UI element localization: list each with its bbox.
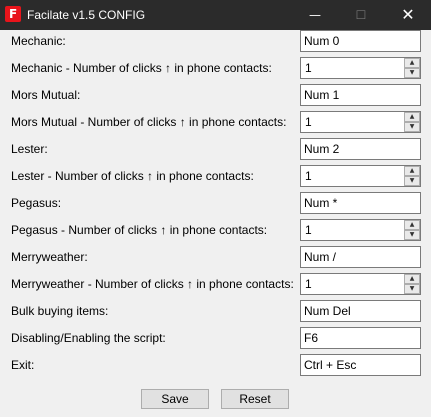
toggle-key-input[interactable]: F6: [300, 327, 421, 349]
toggle-row: Disabling/Enabling the script: F6: [0, 327, 431, 349]
lester-clicks-value[interactable]: 1: [305, 169, 312, 183]
bulk-row: Bulk buying items: Num Del: [0, 300, 431, 322]
spin-up-icon[interactable]: ▲: [404, 220, 420, 230]
mors-clicks-row: Mors Mutual - Number of clicks ↑ in phon…: [0, 111, 431, 133]
mors-key-input[interactable]: Num 1: [300, 84, 421, 106]
bulk-label: Bulk buying items:: [11, 304, 109, 318]
spin-down-icon[interactable]: ▼: [404, 176, 420, 186]
pegasus-key-input[interactable]: Num *: [300, 192, 421, 214]
merryweather-row: Merryweather: Num /: [0, 246, 431, 268]
maximize-button[interactable]: ☐: [338, 0, 384, 30]
pegasus-clicks-row: Pegasus - Number of clicks ↑ in phone co…: [0, 219, 431, 241]
spin-down-icon[interactable]: ▼: [404, 230, 420, 240]
pegasus-label: Pegasus:: [11, 196, 62, 210]
spin-up-icon[interactable]: ▲: [404, 274, 420, 284]
mors-clicks-label: Mors Mutual - Number of clicks ↑ in phon…: [11, 115, 287, 129]
mors-clicks-value[interactable]: 1: [305, 115, 312, 129]
spin-down-icon[interactable]: ▼: [404, 122, 420, 132]
close-button[interactable]: ✕: [385, 0, 431, 30]
spinner: ▲ ▼: [404, 274, 420, 294]
merryweather-clicks-value[interactable]: 1: [305, 277, 312, 291]
spin-up-icon[interactable]: ▲: [404, 112, 420, 122]
spinner: ▲ ▼: [404, 220, 420, 240]
app-logo-icon: F: [5, 6, 21, 22]
spin-up-icon[interactable]: ▲: [404, 166, 420, 176]
mechanic-clicks-label: Mechanic - Number of clicks ↑ in phone c…: [11, 61, 272, 75]
mechanic-row: Mechanic: Num 0: [0, 30, 431, 52]
lester-label: Lester:: [11, 142, 48, 156]
lester-clicks-stepper[interactable]: 1 ▲ ▼: [300, 165, 421, 187]
merryweather-label: Merryweather:: [11, 250, 88, 264]
exit-key-input[interactable]: Ctrl + Esc: [300, 354, 421, 376]
spinner: ▲ ▼: [404, 112, 420, 132]
mors-row: Mors Mutual: Num 1: [0, 84, 431, 106]
window-title: Facilate v1.5 CONFIG: [27, 8, 146, 22]
merryweather-clicks-stepper[interactable]: 1 ▲ ▼: [300, 273, 421, 295]
toggle-label: Disabling/Enabling the script:: [11, 331, 166, 345]
exit-label: Exit:: [11, 358, 35, 372]
mechanic-clicks-stepper[interactable]: 1 ▲ ▼: [300, 57, 421, 79]
reset-button[interactable]: Reset: [221, 389, 289, 409]
spin-up-icon[interactable]: ▲: [404, 58, 420, 68]
merryweather-clicks-row: Merryweather - Number of clicks ↑ in pho…: [0, 273, 431, 295]
bulk-key-input[interactable]: Num Del: [300, 300, 421, 322]
mors-label: Mors Mutual:: [11, 88, 81, 102]
mechanic-clicks-value[interactable]: 1: [305, 61, 312, 75]
exit-row: Exit: Ctrl + Esc: [0, 354, 431, 376]
save-button[interactable]: Save: [141, 389, 209, 409]
lester-key-input[interactable]: Num 2: [300, 138, 421, 160]
spin-down-icon[interactable]: ▼: [404, 68, 420, 78]
mechanic-key-input[interactable]: Num 0: [300, 30, 421, 52]
pegasus-clicks-stepper[interactable]: 1 ▲ ▼: [300, 219, 421, 241]
spin-down-icon[interactable]: ▼: [404, 284, 420, 294]
lester-clicks-row: Lester - Number of clicks ↑ in phone con…: [0, 165, 431, 187]
merryweather-clicks-label: Merryweather - Number of clicks ↑ in pho…: [11, 277, 294, 291]
merryweather-key-input[interactable]: Num /: [300, 246, 421, 268]
pegasus-clicks-value[interactable]: 1: [305, 223, 312, 237]
mors-clicks-stepper[interactable]: 1 ▲ ▼: [300, 111, 421, 133]
lester-row: Lester: Num 2: [0, 138, 431, 160]
pegasus-clicks-label: Pegasus - Number of clicks ↑ in phone co…: [11, 223, 268, 237]
lester-clicks-label: Lester - Number of clicks ↑ in phone con…: [11, 169, 254, 183]
minimize-button[interactable]: —: [292, 0, 338, 30]
pegasus-row: Pegasus: Num *: [0, 192, 431, 214]
spinner: ▲ ▼: [404, 58, 420, 78]
mechanic-clicks-row: Mechanic - Number of clicks ↑ in phone c…: [0, 57, 431, 79]
spinner: ▲ ▼: [404, 166, 420, 186]
mechanic-label: Mechanic:: [11, 34, 66, 48]
title-bar: F Facilate v1.5 CONFIG — ☐ ✕: [0, 0, 431, 30]
